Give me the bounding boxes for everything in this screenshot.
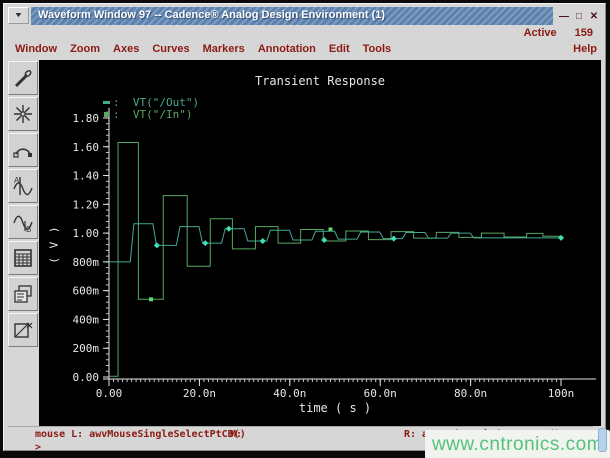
svg-text:0.00: 0.00 — [73, 371, 100, 384]
legend-label-in: : VT("/In") — [113, 108, 192, 121]
minimize-button[interactable]: — — [557, 9, 571, 24]
svg-text:80.0n: 80.0n — [454, 387, 487, 400]
legend: : VT("/Out") : VT("/In") — [103, 96, 199, 120]
waveform-window: ▼ Waveform Window 97 -- Cadence® Analog … — [3, 3, 606, 451]
svg-text:100n: 100n — [548, 387, 575, 400]
svg-text:600m: 600m — [73, 285, 100, 298]
active-status: Active 159 — [524, 27, 593, 41]
close-button[interactable]: ✕ — [587, 9, 601, 24]
mouse-middle-binding: M: — [230, 429, 242, 440]
menu-item-axes[interactable]: Axes — [113, 43, 139, 58]
probe-pen-button[interactable] — [8, 61, 38, 95]
copy-window-button[interactable] — [8, 277, 38, 311]
in-trace-marker-icon — [104, 112, 109, 117]
menu-item-tools[interactable]: Tools — [363, 43, 392, 58]
maximize-button[interactable]: □ — [572, 9, 586, 24]
mouse-left-binding: mouse L: awvMouseSingleSelectPtCB() — [35, 429, 246, 440]
watermark: www.cntronics.com — [425, 430, 610, 458]
svg-text:time ( s ): time ( s ) — [299, 401, 371, 415]
legend-row-in[interactable]: : VT("/In") — [103, 108, 199, 120]
zoom-star-icon — [11, 102, 35, 126]
zoom-star-button[interactable] — [8, 97, 38, 131]
svg-text:1.20: 1.20 — [73, 198, 100, 211]
menu-item-zoom[interactable]: Zoom — [70, 43, 100, 58]
menu-item-help[interactable]: Help — [573, 43, 597, 58]
svg-text:1.60: 1.60 — [73, 141, 100, 154]
chevron-down-icon: ▼ — [14, 12, 24, 20]
window-menu-button[interactable]: ▼ — [8, 7, 29, 24]
marker-b-wave-icon: B — [11, 210, 35, 234]
titlebar: ▼ Waveform Window 97 -- Cadence® Analog … — [8, 7, 601, 25]
arc-marker-icon — [11, 138, 35, 162]
menu-item-curves[interactable]: Curves — [152, 43, 189, 58]
svg-text:400m: 400m — [73, 313, 100, 326]
calculator-icon — [11, 246, 35, 270]
toolbar: A B — [8, 61, 39, 349]
menu-item-annotation[interactable]: Annotation — [258, 43, 316, 58]
menubar: Window Zoom Axes Curves Markers Annotation Edi… — [15, 43, 597, 58]
svg-text:200m: 200m — [73, 342, 100, 355]
copy-window-icon — [11, 282, 35, 306]
subwindow-cut-icon — [11, 318, 35, 342]
svg-text:1.80: 1.80 — [73, 112, 100, 125]
svg-text:1.00: 1.00 — [73, 227, 100, 240]
svg-text:60.0n: 60.0n — [364, 387, 397, 400]
screenshot-frame: ▼ Waveform Window 97 -- Cadence® Analog … — [0, 0, 610, 458]
menu-item-window[interactable]: Window — [15, 43, 57, 58]
marker-a-wave-icon: A — [11, 174, 35, 198]
active-label: Active — [524, 27, 557, 39]
prompt-caret: > — [35, 442, 41, 453]
svg-text:20.0n: 20.0n — [183, 387, 216, 400]
svg-text:B: B — [26, 225, 31, 234]
plot-title: Transient Response — [39, 74, 601, 88]
subwindow-cut-button[interactable] — [8, 313, 38, 347]
y-axis-label: ( V ) — [48, 225, 61, 263]
active-count: 159 — [575, 27, 593, 39]
window-controls: — □ ✕ — [553, 7, 601, 25]
probe-pen-icon — [11, 66, 35, 90]
svg-text:1.40: 1.40 — [73, 170, 100, 183]
svg-text:800m: 800m — [73, 256, 100, 269]
arc-marker-button[interactable] — [8, 133, 38, 167]
svg-text:0.00: 0.00 — [96, 387, 123, 400]
menu-item-markers[interactable]: Markers — [203, 43, 245, 58]
scrollbar-thumb[interactable] — [598, 428, 607, 452]
menu-item-edit[interactable]: Edit — [329, 43, 350, 58]
marker-a-wave-button[interactable]: A — [8, 169, 38, 203]
svg-text:40.0n: 40.0n — [273, 387, 306, 400]
window-title: Waveform Window 97 -- Cadence® Analog De… — [31, 7, 553, 25]
legend-row-out[interactable]: : VT("/Out") — [103, 96, 199, 108]
plot-area[interactable]: 0.00 20.0n 40.0n 60.0n 80.0n 100n time ( s ) 0.… — [39, 60, 601, 426]
marker-b-wave-button[interactable]: B — [8, 205, 38, 239]
out-trace-marker-icon — [103, 101, 110, 104]
calculator-button[interactable] — [8, 241, 38, 275]
